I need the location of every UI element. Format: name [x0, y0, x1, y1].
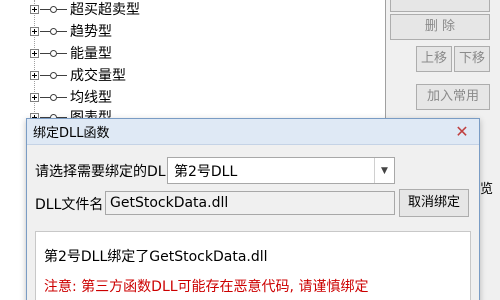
move-up-button[interactable]: 上移 — [416, 46, 452, 72]
tree-item-label: 超买超卖型 — [70, 2, 140, 18]
dialog-titlebar[interactable]: 绑定DLL函数 ✕ — [27, 119, 479, 145]
delete-button[interactable]: 删 除 — [390, 14, 490, 40]
formula-node-icon — [40, 26, 68, 36]
add-to-common-button[interactable]: 加入常用 — [416, 84, 490, 110]
tree-item-moving-average[interactable]: 均线型 — [30, 86, 112, 108]
tree-item-label: 均线型 — [70, 90, 112, 106]
expand-icon[interactable] — [30, 70, 39, 80]
warning-text: 注意: 第三方函数DLL可能存在恶意代码, 请谨慎绑定 — [44, 279, 369, 295]
top-button[interactable] — [390, 0, 490, 12]
tree-item-energy[interactable]: 能量型 — [30, 42, 112, 64]
info-panel: 第2号DLL绑定了GetStockData.dll 注意: 第三方函数DLL可能… — [35, 231, 471, 300]
expand-icon[interactable] — [30, 26, 39, 36]
formula-node-icon — [40, 92, 68, 102]
tree-item-label: 能量型 — [70, 46, 112, 62]
tree-item-label: 趋势型 — [70, 24, 112, 40]
unbind-button[interactable]: 取消绑定 — [399, 189, 469, 217]
formula-node-icon — [40, 48, 68, 58]
close-icon[interactable]: ✕ — [453, 123, 471, 141]
expand-icon[interactable] — [30, 4, 39, 14]
formula-node-icon — [40, 70, 68, 80]
dll-filename-field[interactable]: GetStockData.dll — [105, 191, 395, 215]
bound-status-text: 第2号DLL绑定了GetStockData.dll — [44, 249, 268, 265]
tree-item-label: 成交量型 — [70, 68, 126, 84]
bind-dll-dialog: 绑定DLL函数 ✕ 请选择需要绑定的DLL 第2号DLL ▼ DLL文件名 Ge… — [26, 118, 480, 300]
select-dll-label: 请选择需要绑定的DLL — [35, 164, 174, 180]
dll-select-value: 第2号DLL — [174, 163, 238, 180]
tree-item-trend[interactable]: 趋势型 — [30, 20, 112, 42]
dll-select[interactable]: 第2号DLL ▼ — [167, 157, 395, 184]
expand-icon[interactable] — [30, 48, 39, 58]
chevron-down-icon[interactable]: ▼ — [374, 158, 394, 183]
tree-item-volume[interactable]: 成交量型 — [30, 64, 126, 86]
expand-icon[interactable] — [30, 92, 39, 102]
browse-label-fragment: 览 — [480, 182, 494, 197]
dll-file-label: DLL文件名 — [35, 197, 104, 213]
move-down-button[interactable]: 下移 — [454, 46, 490, 72]
dialog-title: 绑定DLL函数 — [33, 126, 110, 141]
tree-item-overbought[interactable]: 超买超卖型 — [30, 0, 140, 20]
formula-node-icon — [40, 4, 68, 14]
